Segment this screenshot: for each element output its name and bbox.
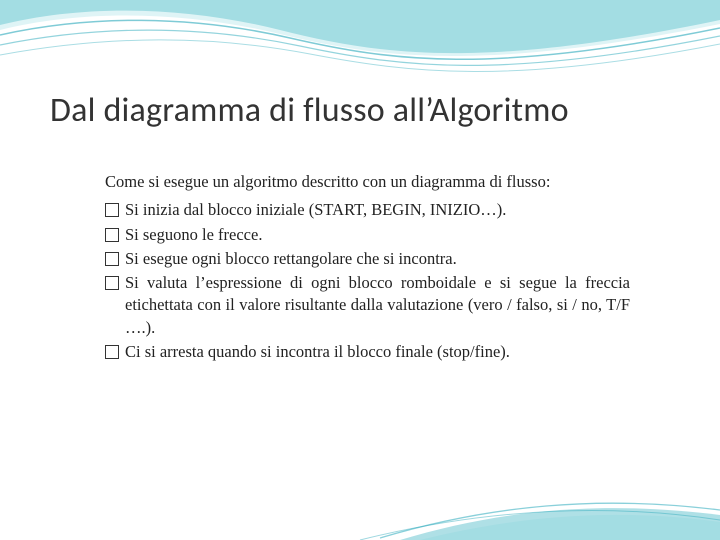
bullet-text: Si seguono le frecce. xyxy=(125,224,630,246)
square-bullet-icon xyxy=(105,276,119,290)
square-bullet-icon xyxy=(105,345,119,359)
top-wave-decoration xyxy=(0,0,720,90)
list-item: Si inizia dal blocco iniziale (START, BE… xyxy=(105,199,630,221)
bottom-wave-decoration xyxy=(0,480,720,540)
square-bullet-icon xyxy=(105,203,119,217)
list-item: Si seguono le frecce. xyxy=(105,224,630,246)
list-item: Si esegue ogni blocco rettangolare che s… xyxy=(105,248,630,270)
square-bullet-icon xyxy=(105,228,119,242)
list-item: Si valuta l’espressione di ogni blocco r… xyxy=(105,272,630,339)
list-item: Ci si arresta quando si incontra il bloc… xyxy=(105,341,630,363)
bullet-text: Si esegue ogni blocco rettangolare che s… xyxy=(125,248,630,270)
square-bullet-icon xyxy=(105,252,119,266)
bullet-text: Ci si arresta quando si incontra il bloc… xyxy=(125,341,630,363)
bullet-text: Si inizia dal blocco iniziale (START, BE… xyxy=(125,199,630,221)
slide-title: Dal diagramma di flusso all’Algoritmo xyxy=(50,90,670,131)
bullet-text: Si valuta l’espressione di ogni blocco r… xyxy=(125,272,630,339)
intro-text: Come si esegue un algoritmo descritto co… xyxy=(105,171,630,193)
